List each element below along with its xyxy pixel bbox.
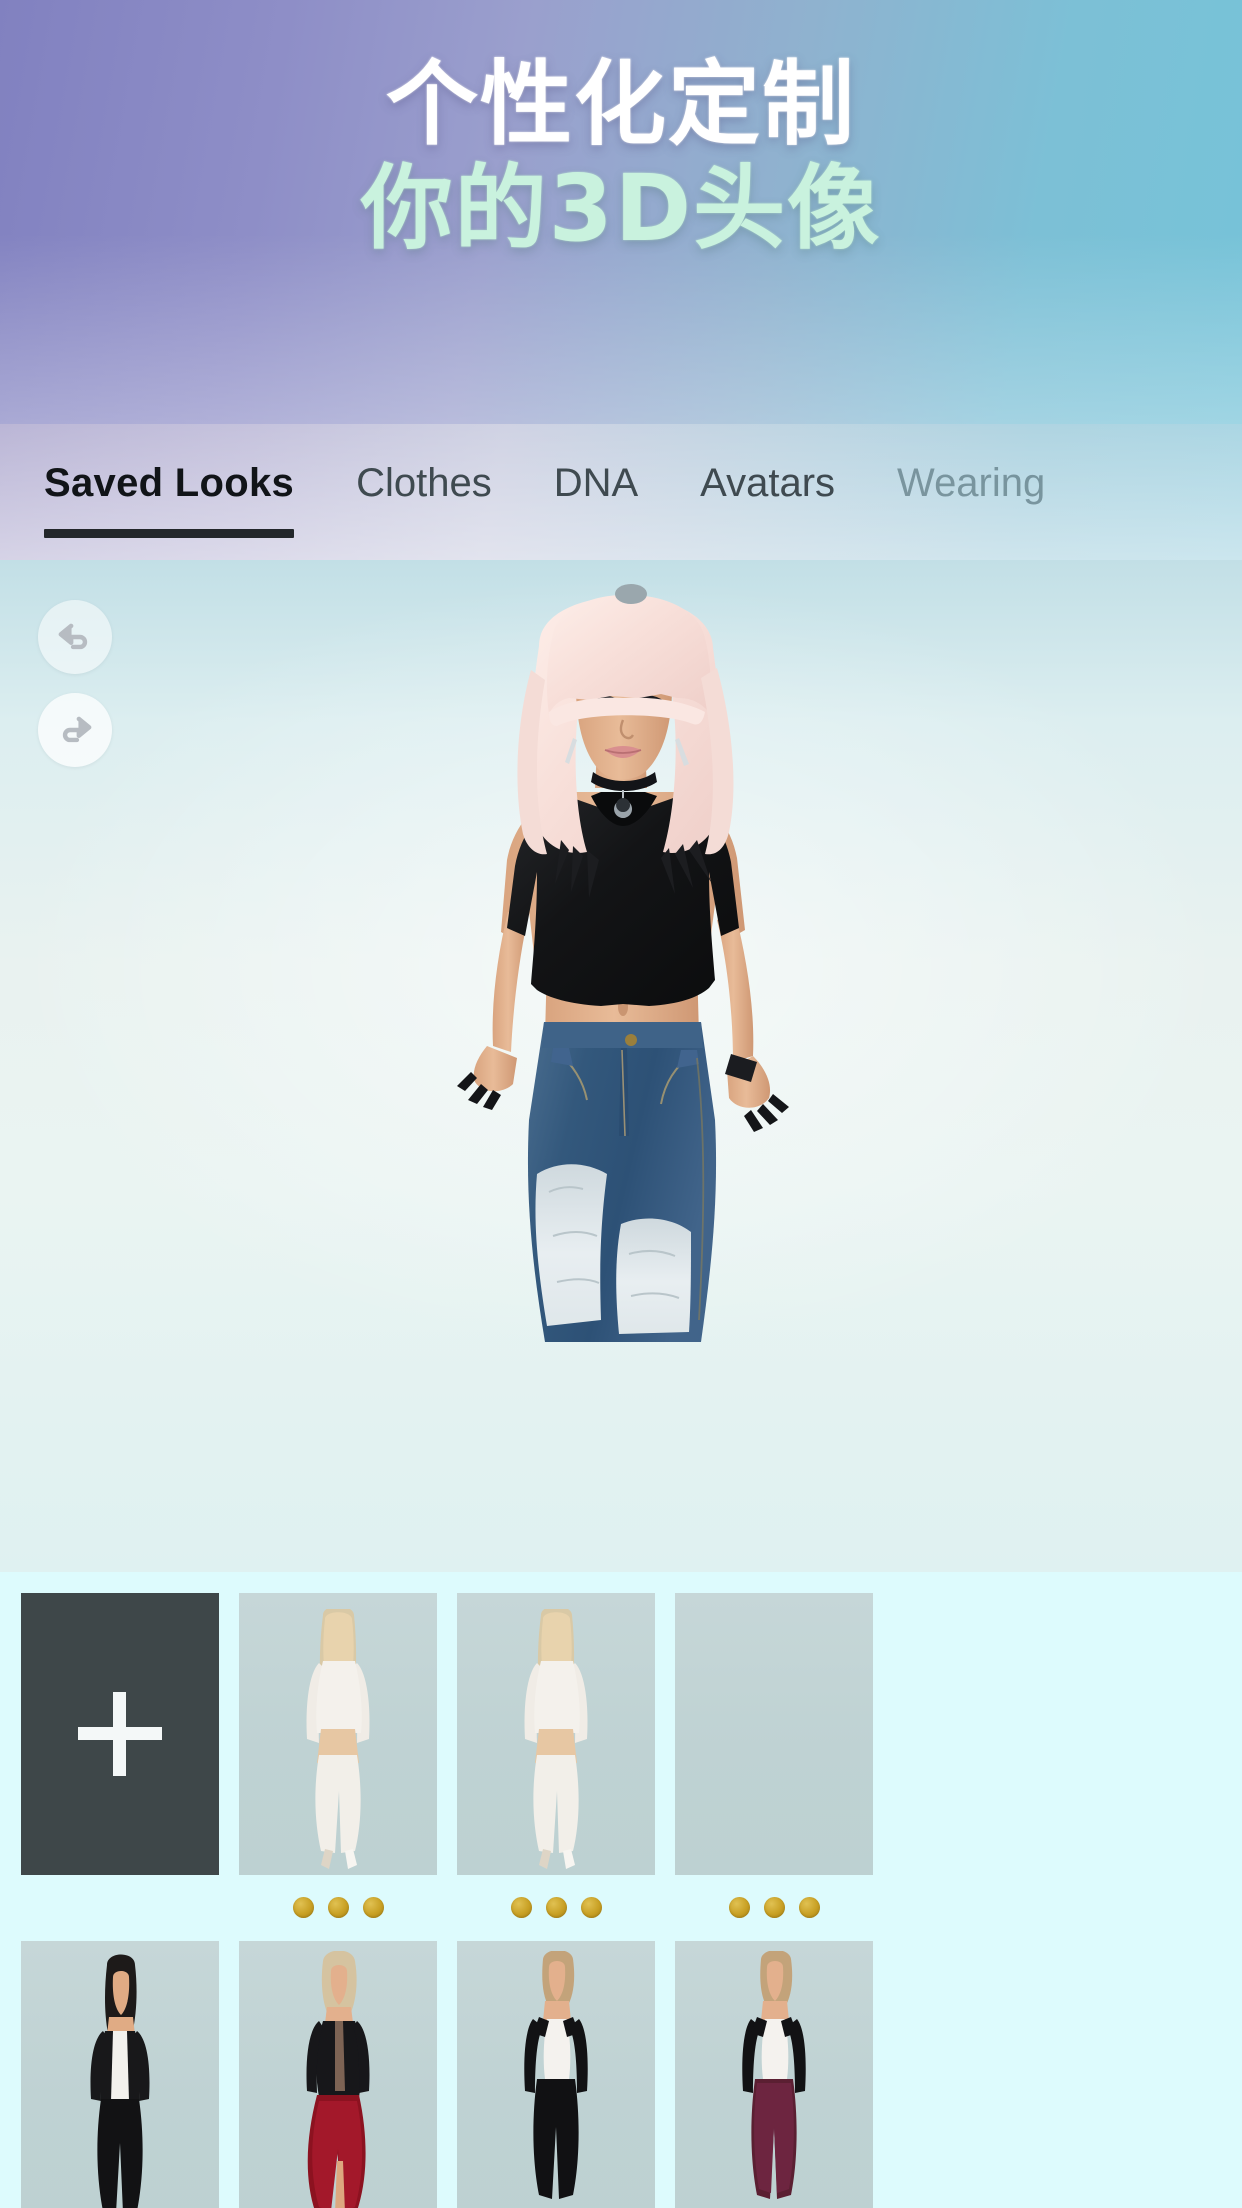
look-dots (239, 1875, 437, 1939)
plus-icon (78, 1692, 162, 1776)
grid-row (21, 1941, 1242, 2208)
grid-cell-look[interactable] (21, 1941, 219, 2208)
promo-headline-primary: 个性化定制 (385, 51, 856, 158)
tab-label: DNA (553, 460, 639, 505)
thumbnail-figure (524, 1609, 588, 1869)
look-thumbnail[interactable] (457, 1941, 655, 2208)
look-thumbnail[interactable] (675, 1593, 873, 1875)
look-thumbnail[interactable] (457, 1593, 655, 1875)
avatar-viewport[interactable] (0, 560, 1242, 1572)
grid-cell-look[interactable] (675, 1593, 873, 1939)
credit-dot (292, 1896, 314, 1918)
thumbnail-figure (306, 1609, 370, 1869)
undo-arrow-icon (58, 623, 88, 650)
grid-cell-look[interactable] (675, 1941, 873, 2208)
grid-cell-look[interactable] (239, 1941, 437, 2208)
tab-saved-looks[interactable]: Saved Looks (44, 424, 295, 560)
look-thumbnail[interactable] (239, 1941, 437, 2208)
tab-label: Avatars (700, 460, 836, 505)
grid-cell-look[interactable] (239, 1593, 437, 1939)
grid-cell-look[interactable] (457, 1593, 655, 1939)
undo-button[interactable] (38, 600, 112, 674)
look-thumbnail[interactable] (21, 1941, 219, 2208)
redo-arrow-icon (62, 716, 92, 743)
thumbnail-figure (524, 1951, 588, 2199)
avatar-figure[interactable] (301, 560, 941, 1572)
credit-dot (798, 1896, 820, 1918)
credit-dot (545, 1896, 567, 1918)
promo-headline-secondary: 你的3D头像 (360, 154, 882, 262)
credit-dot (580, 1896, 602, 1918)
tab-clothes[interactable]: Clothes (356, 424, 492, 560)
tab-bar: Saved Looks Clothes DNA Avatars Wearing (0, 424, 1242, 560)
thumbnail-figure (90, 1954, 150, 2208)
credit-dot (327, 1896, 349, 1918)
tab-avatars[interactable]: Avatars (700, 424, 835, 560)
look-dots (675, 1875, 873, 1939)
credit-dot (763, 1896, 785, 1918)
credit-dot (728, 1896, 750, 1918)
thumbnail-figure (306, 1951, 370, 2208)
look-thumbnail[interactable] (675, 1941, 873, 2208)
look-thumbnail[interactable] (239, 1593, 437, 1875)
add-look-tile[interactable] (21, 1593, 219, 1875)
thumbnail-figure (742, 1951, 806, 2199)
saved-looks-grid (0, 1572, 1242, 2208)
promo-banner: 个性化定制 你的3D头像 (0, 0, 1242, 424)
grid-row (21, 1593, 1242, 1939)
credit-dot (362, 1896, 384, 1918)
tab-label: Wearing (897, 460, 1046, 505)
tab-wearing[interactable]: Wearing (897, 424, 1045, 560)
grid-cell-look[interactable] (457, 1941, 655, 2208)
tab-label: Saved Looks (44, 460, 295, 505)
look-dots (457, 1875, 655, 1939)
avatar-jeans (527, 1022, 717, 1342)
tab-label: Clothes (356, 460, 492, 505)
redo-button[interactable] (38, 693, 112, 767)
grid-cell-add[interactable] (21, 1593, 219, 1939)
promo-header: 个性化定制 你的3D头像 (0, 0, 1242, 424)
credit-dot (510, 1896, 532, 1918)
tab-dna[interactable]: DNA (554, 424, 638, 560)
